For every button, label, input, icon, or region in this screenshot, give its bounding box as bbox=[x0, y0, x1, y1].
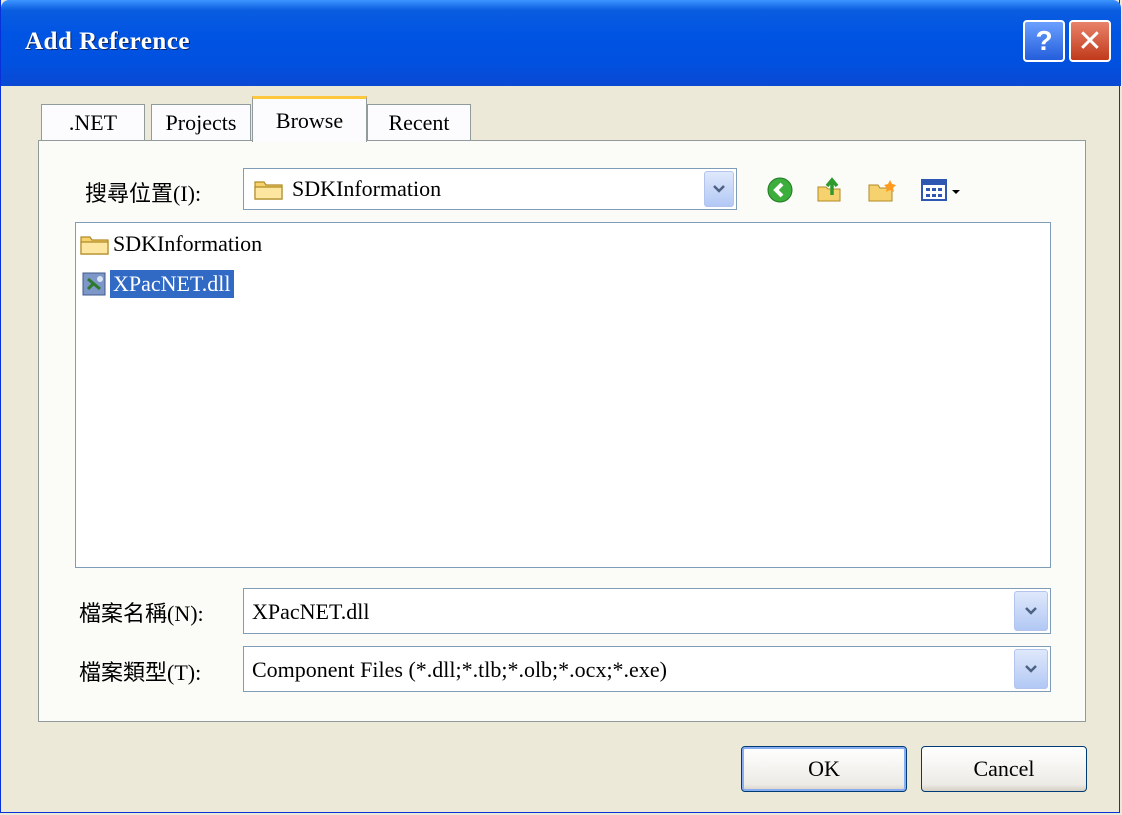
help-button[interactable]: ? bbox=[1023, 20, 1065, 62]
look-in-label: 搜尋位置(I): bbox=[85, 181, 202, 206]
cancel-button-label: Cancel bbox=[973, 756, 1035, 781]
look-in-value: SDKInformation bbox=[292, 176, 442, 201]
cancel-button[interactable]: Cancel bbox=[921, 746, 1087, 792]
folder-icon bbox=[80, 233, 110, 255]
file-type-value: Component Files (*.dll;*.tlb;*.olb;*.ocx… bbox=[252, 657, 667, 682]
tab-projects-label: Projects bbox=[165, 109, 237, 135]
list-item[interactable]: XPacNET.dll bbox=[80, 269, 235, 299]
help-icon: ? bbox=[1035, 25, 1053, 56]
ok-button-label: OK bbox=[808, 756, 840, 781]
add-reference-dialog: Add Reference ? ✕ .NET Projects Browse R… bbox=[0, 0, 1121, 813]
file-list[interactable]: SDKInformation XPacNET.dll bbox=[75, 222, 1051, 568]
new-folder-icon[interactable] bbox=[865, 174, 899, 206]
view-menu-icon[interactable] bbox=[919, 174, 965, 206]
tab-projects[interactable]: Projects bbox=[151, 104, 251, 140]
close-icon: ✕ bbox=[1077, 24, 1103, 58]
back-icon[interactable] bbox=[763, 174, 797, 206]
look-in-dropdown-button[interactable] bbox=[704, 171, 734, 207]
dialog-title: Add Reference bbox=[25, 28, 191, 55]
file-name-label: 檔案名稱(N): bbox=[79, 601, 204, 626]
tab-recent-label: Recent bbox=[388, 109, 450, 135]
tab-net-label: .NET bbox=[68, 109, 118, 135]
chevron-down-icon bbox=[1025, 665, 1037, 673]
file-name: SDKInformation bbox=[113, 231, 263, 256]
dll-icon bbox=[80, 271, 110, 297]
chevron-down-icon bbox=[713, 185, 725, 193]
chevron-down-icon bbox=[1025, 607, 1037, 615]
tab-net[interactable]: .NET bbox=[41, 104, 145, 140]
up-folder-icon[interactable] bbox=[813, 174, 847, 206]
title-bar[interactable]: Add Reference ? ✕ bbox=[1, 0, 1121, 86]
folder-icon bbox=[254, 178, 284, 200]
tab-browse[interactable]: Browse bbox=[252, 96, 367, 142]
file-name-dropdown-button[interactable] bbox=[1014, 591, 1048, 631]
tab-recent[interactable]: Recent bbox=[367, 104, 471, 140]
ok-button[interactable]: OK bbox=[741, 746, 907, 792]
list-item[interactable]: SDKInformation bbox=[80, 229, 265, 259]
file-type-label: 檔案類型(T): bbox=[79, 660, 202, 685]
file-type-dropdown-button[interactable] bbox=[1014, 649, 1048, 689]
close-button[interactable]: ✕ bbox=[1069, 20, 1111, 62]
tab-browse-label: Browse bbox=[275, 107, 344, 133]
file-name-value: XPacNET.dll bbox=[252, 599, 370, 624]
look-in-combo[interactable]: SDKInformation bbox=[243, 168, 737, 210]
file-name: XPacNET.dll bbox=[109, 269, 235, 299]
file-name-combo[interactable]: XPacNET.dll bbox=[243, 588, 1051, 634]
file-type-combo[interactable]: Component Files (*.dll;*.tlb;*.olb;*.ocx… bbox=[243, 646, 1051, 692]
